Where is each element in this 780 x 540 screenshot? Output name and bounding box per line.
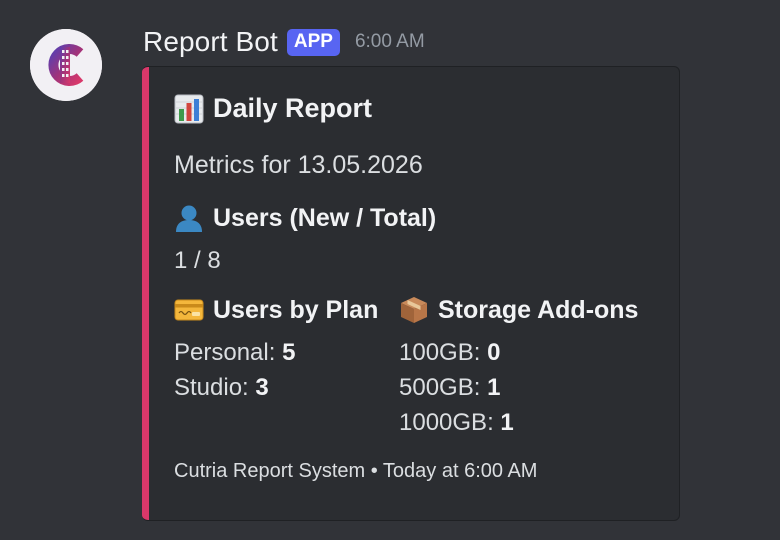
plan-field-title: Users by Plan xyxy=(174,295,378,325)
message-header: Report Bot APP 6:00 AM xyxy=(143,24,425,60)
plan-field-title-text: Users by Plan xyxy=(213,295,379,324)
storage-row-value: 0 xyxy=(487,339,501,366)
bot-avatar[interactable] xyxy=(30,29,102,101)
storage-row-100gb: 100GB: 0 xyxy=(399,335,514,370)
storage-row-label: 1000GB: xyxy=(399,409,494,436)
storage-row-500gb: 500GB: 1 xyxy=(399,370,514,405)
users-field-title: Users (New / Total) xyxy=(174,203,436,233)
storage-field-title-text: Storage Add-ons xyxy=(438,295,639,324)
embed-footer: Cutria Report System • Today at 6:00 AM xyxy=(174,460,538,482)
message-timestamp[interactable]: 6:00 AM xyxy=(355,31,425,53)
storage-row-value: 1 xyxy=(500,409,514,436)
package-emoji-icon xyxy=(399,295,429,325)
plan-row-label: Studio: xyxy=(174,374,249,401)
storage-field-values: 100GB: 0 500GB: 1 1000GB: 1 xyxy=(399,335,514,440)
bot-username[interactable]: Report Bot xyxy=(143,26,278,58)
embed-accent-bar xyxy=(142,67,149,520)
plan-field-values: Personal: 5 Studio: 3 xyxy=(174,335,295,405)
storage-row-value: 1 xyxy=(487,374,501,401)
embed-title: Daily Report xyxy=(174,93,372,124)
plan-row-personal: Personal: 5 xyxy=(174,335,295,370)
storage-row-label: 500GB: xyxy=(399,374,481,401)
plan-row-value: 5 xyxy=(282,339,296,366)
embed-title-text: Daily Report xyxy=(213,93,373,123)
plan-row-studio: Studio: 3 xyxy=(174,370,295,405)
film-strip-c-logo-icon xyxy=(30,29,102,101)
storage-row-label: 100GB: xyxy=(399,339,481,366)
users-field-value: 1 / 8 xyxy=(174,247,221,274)
bar-chart-emoji-icon xyxy=(174,94,204,124)
storage-field-title: Storage Add-ons xyxy=(399,295,638,325)
app-badge: APP xyxy=(286,28,340,56)
plan-row-label: Personal: xyxy=(174,339,276,366)
storage-row-1000gb: 1000GB: 1 xyxy=(399,405,514,440)
bust-in-silhouette-emoji-icon xyxy=(174,203,204,233)
embed-description: Metrics for 13.05.2026 xyxy=(174,151,423,179)
users-field-title-text: Users (New / Total) xyxy=(213,203,437,232)
plan-row-value: 3 xyxy=(255,374,269,401)
credit-card-emoji-icon xyxy=(174,295,204,325)
report-embed: Daily Report Metrics for 13.05.2026 User… xyxy=(142,66,680,521)
